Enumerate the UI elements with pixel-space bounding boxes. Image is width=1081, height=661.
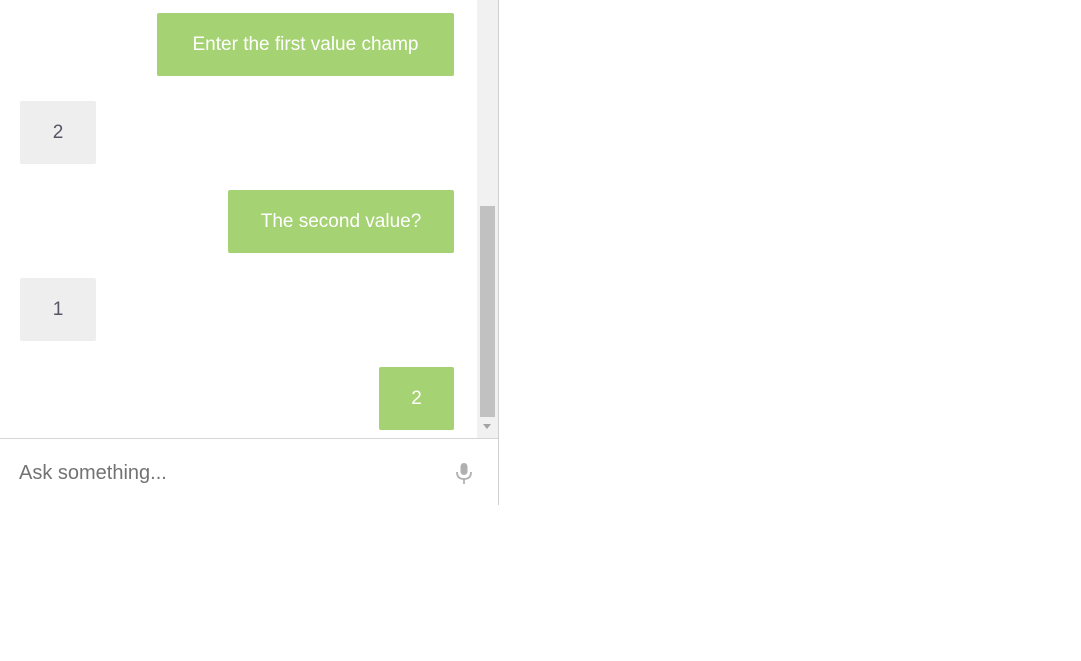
ask-input[interactable] (19, 457, 439, 489)
microphone-icon (456, 463, 472, 484)
message-list-scrollbar[interactable] (477, 0, 498, 438)
input-bar (0, 439, 498, 505)
scrollbar-thumb[interactable] (480, 206, 495, 417)
chat-widget: Enter the first value champ 2 The second… (0, 0, 499, 505)
microphone-button[interactable] (452, 461, 476, 487)
message-list[interactable]: Enter the first value champ 2 The second… (0, 0, 477, 438)
user-message: 1 (20, 278, 96, 341)
user-message: 2 (20, 101, 96, 164)
agent-message: Enter the first value champ (157, 13, 454, 76)
scroll-down-arrow-icon[interactable] (483, 424, 491, 429)
widget-border (498, 0, 499, 505)
agent-message: The second value? (228, 190, 454, 253)
agent-message: 2 (379, 367, 454, 430)
